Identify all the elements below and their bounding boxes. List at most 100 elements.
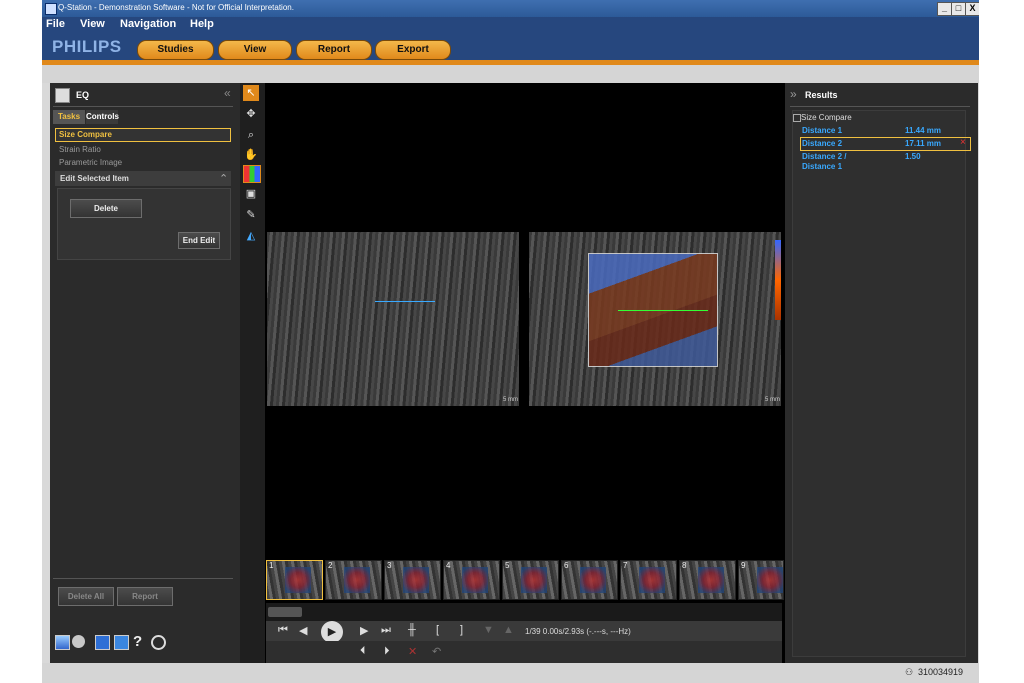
collapse-icon[interactable]: «: [224, 86, 231, 100]
last-frame-icon[interactable]: ⏭: [381, 624, 391, 637]
timeline-track[interactable]: [266, 603, 782, 621]
timeline-handle[interactable]: [268, 607, 302, 617]
thumbnail-overlay: [462, 567, 488, 593]
layout-icon[interactable]: ▣: [243, 186, 259, 202]
result-label-distance-2[interactable]: Distance 2: [802, 139, 842, 148]
thumbnail-8[interactable]: 8: [679, 560, 736, 600]
colormap-icon[interactable]: [243, 165, 261, 183]
compare-tool-icon[interactable]: ◭: [243, 228, 259, 244]
task-parametric-image[interactable]: Parametric Image: [59, 158, 122, 167]
help-icon[interactable]: ?: [133, 633, 142, 650]
user-id: 310034919: [918, 667, 964, 677]
frame-info: 1/39 0.00s/2.93s (-.---s, ---Hz): [525, 627, 631, 636]
result-value-distance-1: 11.44 mm: [905, 126, 942, 135]
scale-label-right: 5 mm: [765, 397, 780, 403]
speed-down-icon[interactable]: ▼: [483, 624, 494, 636]
toolbar-strip: [42, 65, 979, 83]
pan-hand-icon[interactable]: ✋: [243, 147, 259, 163]
first-frame-icon[interactable]: ⏮: [278, 624, 288, 637]
edit-section-title: Edit Selected Item: [60, 174, 129, 183]
left-panel: [50, 83, 240, 663]
eq-icon: [55, 88, 70, 103]
thumbnail-overlay: [521, 567, 547, 593]
thumbnail-overlay: [285, 567, 311, 593]
split-icon[interactable]: ╫: [408, 624, 416, 636]
export-icon[interactable]: [114, 635, 129, 650]
thumbnail-number: 6: [564, 561, 569, 570]
undo-icon[interactable]: ↶: [432, 645, 441, 658]
collapse-box-icon[interactable]: [793, 114, 801, 122]
menu-file[interactable]: File: [46, 18, 65, 30]
save-icon[interactable]: [95, 635, 110, 650]
step-forward-icon[interactable]: ▶: [360, 624, 368, 637]
delete-button[interactable]: Delete: [70, 199, 142, 218]
result-label-distance-1[interactable]: Distance 1: [802, 126, 842, 135]
mark-end-icon[interactable]: ]: [460, 624, 463, 636]
end-edit-button[interactable]: End Edit: [178, 232, 220, 249]
divider: [790, 106, 970, 107]
speed-up-icon[interactable]: ▲: [503, 624, 514, 636]
app-icon: [45, 3, 57, 15]
divider: [53, 578, 233, 579]
tab-view[interactable]: View: [218, 40, 292, 60]
thumbnail-number: 4: [446, 561, 451, 570]
thumbnail-overlay: [403, 567, 429, 593]
menu-help[interactable]: Help: [190, 18, 214, 30]
distance-2-line[interactable]: [618, 310, 708, 311]
results-body: [792, 110, 966, 657]
qlab-icon[interactable]: [151, 635, 166, 650]
pointer-tool-icon[interactable]: ↖: [243, 85, 259, 101]
task-strain-ratio[interactable]: Strain Ratio: [59, 145, 101, 154]
maximize-button[interactable]: □: [951, 2, 966, 16]
thumbnail-3[interactable]: 3: [384, 560, 441, 600]
tab-export[interactable]: Export: [375, 40, 451, 60]
report-button[interactable]: Report: [117, 587, 173, 606]
grid-icon[interactable]: [55, 635, 70, 650]
thumbnail-7[interactable]: 7: [620, 560, 677, 600]
tab-controls[interactable]: Controls: [86, 110, 119, 124]
delete-all-button[interactable]: Delete All: [58, 587, 114, 606]
philips-logo: PHILIPS: [52, 37, 122, 56]
thumbnail-6[interactable]: 6: [561, 560, 618, 600]
distance-1-line[interactable]: [375, 301, 435, 302]
thumbnail-1[interactable]: 1: [266, 560, 323, 600]
trim-start-icon[interactable]: ⏴: [360, 645, 366, 658]
thumbnail-number: 5: [505, 561, 510, 570]
menu-navigation[interactable]: Navigation: [120, 18, 176, 30]
annotate-tool-icon[interactable]: ✎: [243, 207, 259, 223]
step-back-icon[interactable]: ◀: [299, 624, 307, 637]
thumbnail-overlay: [639, 567, 665, 593]
close-button[interactable]: X: [965, 2, 979, 16]
mark-start-icon[interactable]: [: [436, 624, 439, 636]
window-title: Q-Station - Demonstration Software - Not…: [58, 3, 294, 12]
chevron-up-icon[interactable]: ⌃: [219, 172, 228, 185]
thumbnail-5[interactable]: 5: [502, 560, 559, 600]
remove-result-icon[interactable]: ×: [960, 137, 966, 148]
thumbnail-4[interactable]: 4: [443, 560, 500, 600]
minimize-button[interactable]: _: [937, 2, 952, 16]
thumbnail-number: 7: [623, 561, 628, 570]
thumbnail-number: 3: [387, 561, 392, 570]
menu-view[interactable]: View: [80, 18, 105, 30]
tab-tasks[interactable]: Tasks: [53, 110, 85, 124]
task-size-compare[interactable]: Size Compare: [59, 130, 112, 139]
move-tool-icon[interactable]: ✥: [243, 106, 259, 122]
thumbnail-9[interactable]: 9: [738, 560, 784, 600]
playback-bar: [266, 621, 782, 641]
divider: [53, 106, 233, 107]
cancel-icon[interactable]: ✕: [408, 645, 417, 658]
thumbnail-2[interactable]: 2: [325, 560, 382, 600]
ultrasound-image-left[interactable]: [267, 232, 519, 406]
trim-end-icon[interactable]: ⏵: [384, 645, 390, 658]
expand-icon[interactable]: »: [790, 87, 797, 101]
thumbnail-overlay: [344, 567, 370, 593]
result-label-ratio[interactable]: Distance 2 /: [802, 152, 846, 161]
zoom-tool-icon[interactable]: ⌕: [243, 127, 259, 143]
thumbnail-number: 1: [269, 561, 274, 570]
tab-report[interactable]: Report: [296, 40, 372, 60]
settings-icon[interactable]: [72, 635, 85, 648]
scale-label-left: 5 mm: [503, 397, 518, 403]
play-button[interactable]: ▶: [321, 621, 343, 643]
tab-studies[interactable]: Studies: [137, 40, 214, 60]
color-scale-bar: [775, 240, 781, 320]
